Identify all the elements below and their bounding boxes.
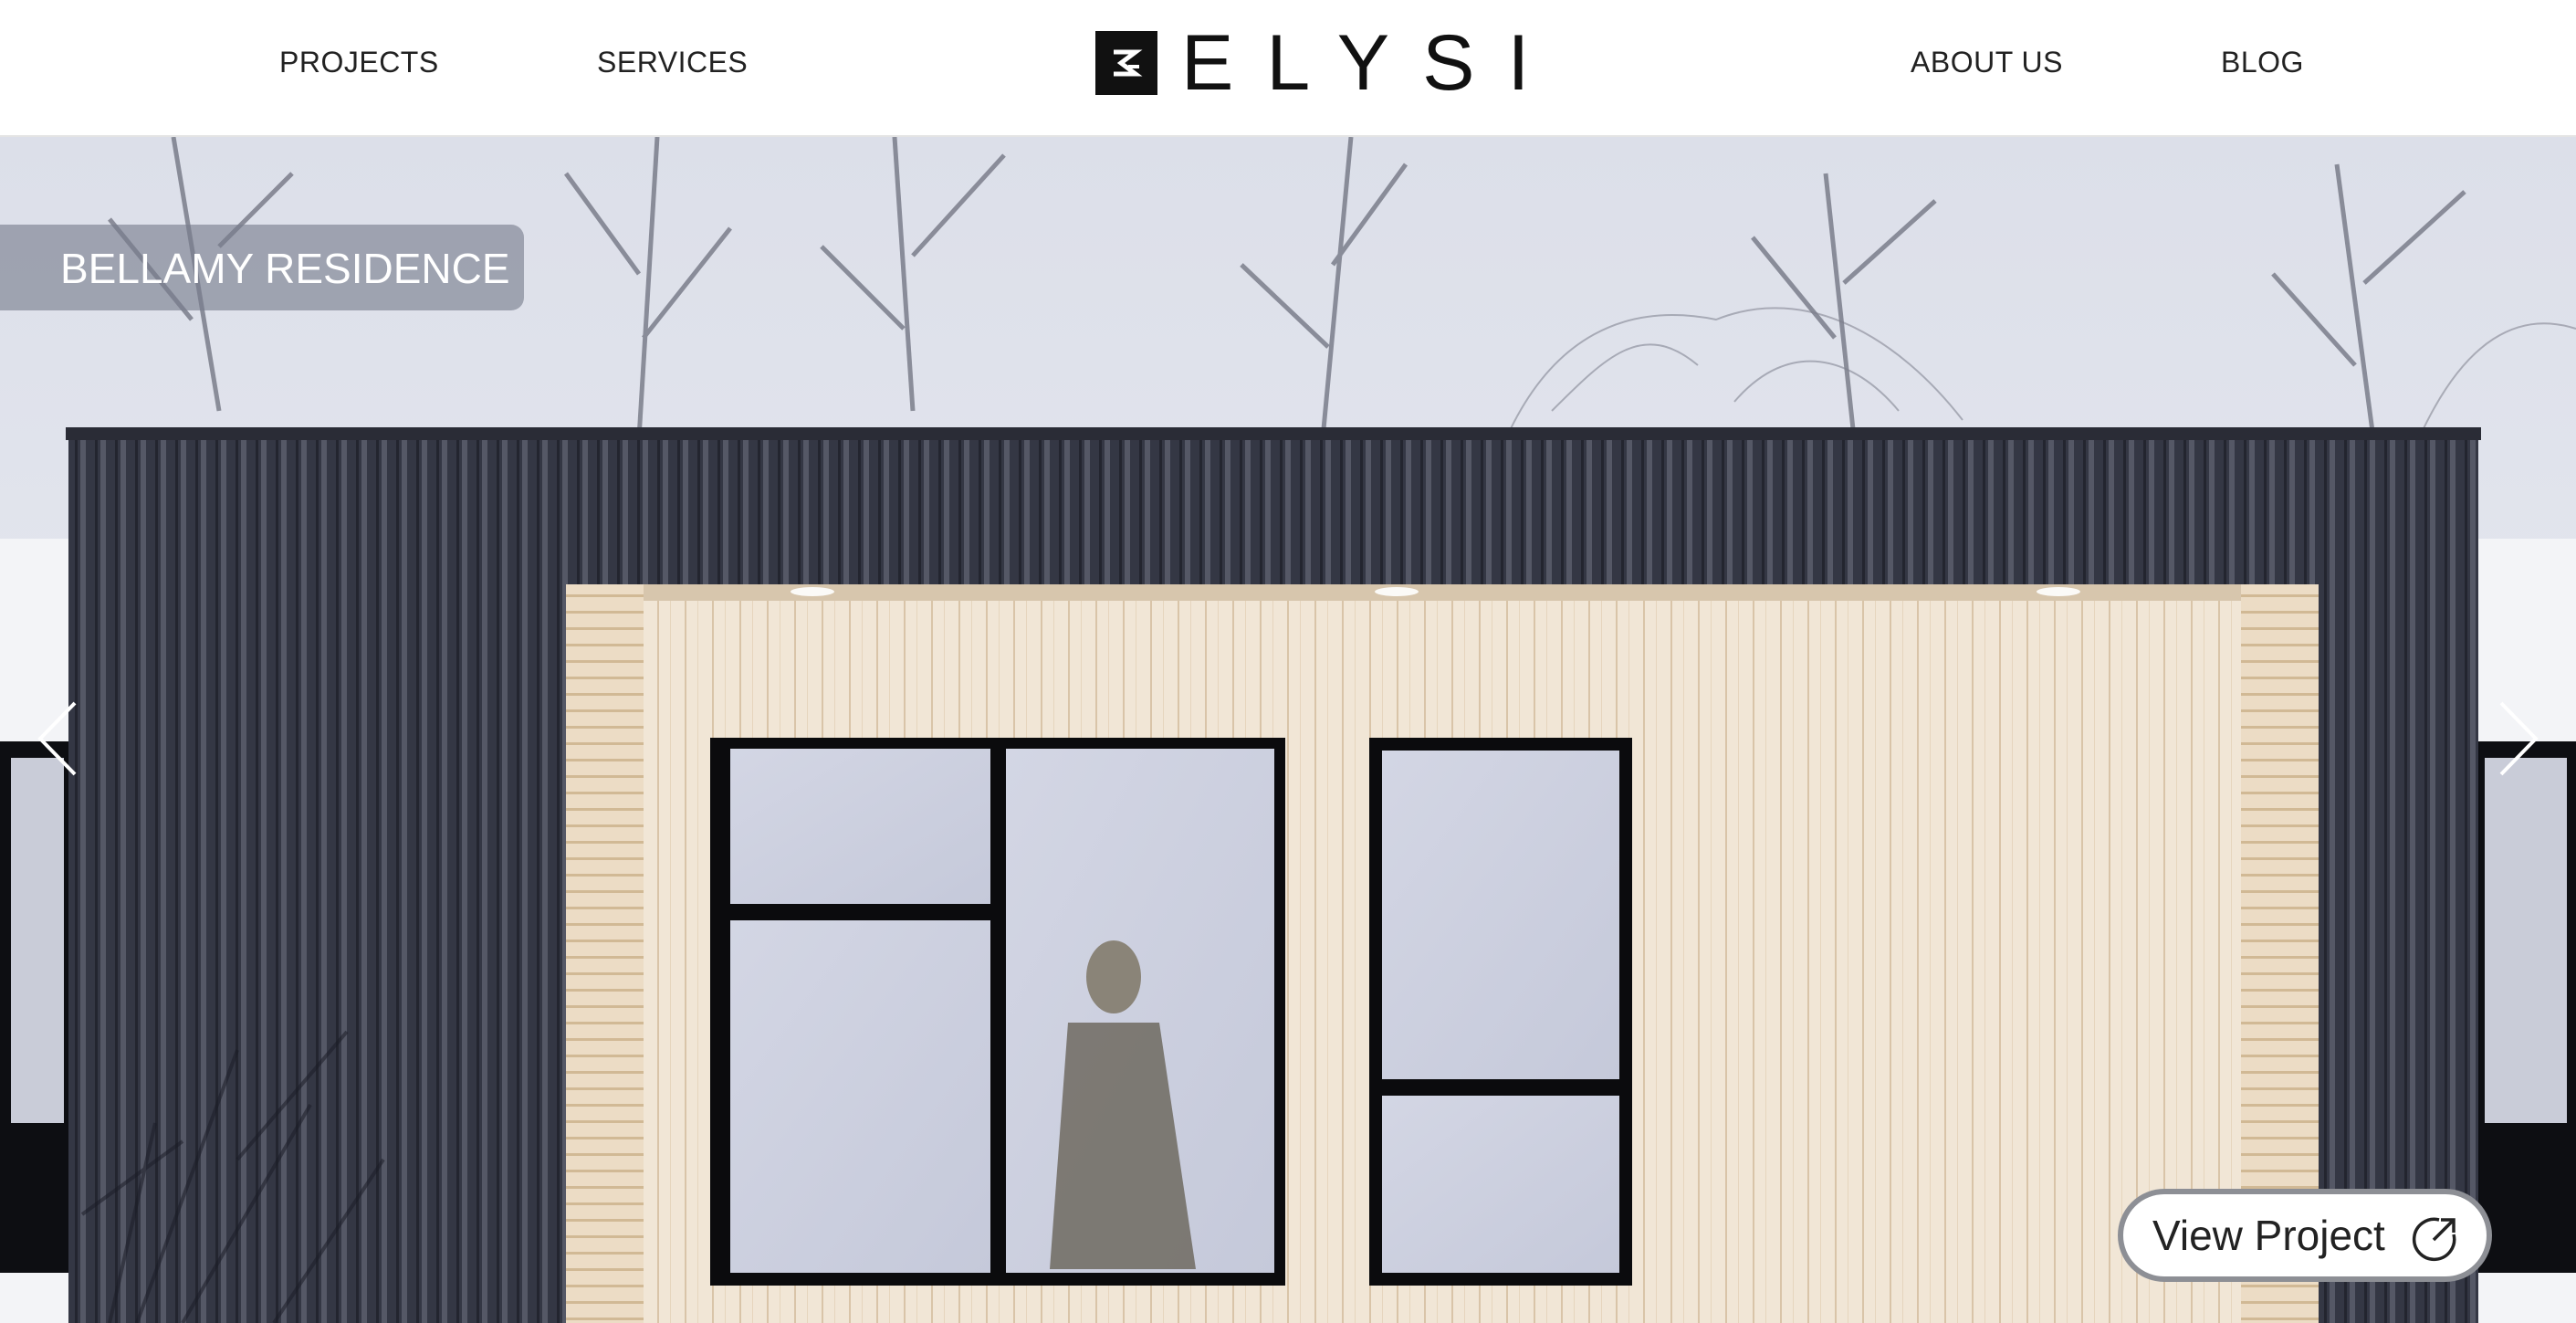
view-project-button[interactable]: View Project bbox=[2118, 1189, 2492, 1282]
chevron-right-icon bbox=[2499, 701, 2539, 776]
nav-about-us[interactable]: ABOUT US bbox=[1911, 44, 2063, 80]
project-title-badge: BELLAMY RESIDENCE bbox=[0, 225, 524, 310]
external-link-icon bbox=[2412, 1217, 2456, 1262]
nav-blog[interactable]: BLOG bbox=[2221, 44, 2304, 80]
nav-projects[interactable]: PROJECTS bbox=[279, 44, 439, 80]
next-slide-button[interactable] bbox=[2490, 698, 2545, 780]
prev-slide-button[interactable] bbox=[31, 698, 86, 780]
brand-name: ELYSI bbox=[1181, 19, 1563, 107]
brand-logo[interactable]: ELYSI bbox=[1095, 19, 1563, 107]
elysi-monogram-icon bbox=[1095, 31, 1157, 95]
nav-services[interactable]: SERVICES bbox=[597, 44, 748, 80]
project-title: BELLAMY RESIDENCE bbox=[60, 245, 510, 292]
hero-carousel: BELLAMY RESIDENCE View Project bbox=[0, 137, 2576, 1323]
site-header: PROJECTS SERVICES ELYSI ABOUT US BLOG bbox=[0, 0, 2576, 137]
hero-image bbox=[0, 137, 2576, 1323]
chevron-left-icon bbox=[37, 701, 77, 776]
view-project-label: View Project bbox=[2152, 1212, 2385, 1259]
